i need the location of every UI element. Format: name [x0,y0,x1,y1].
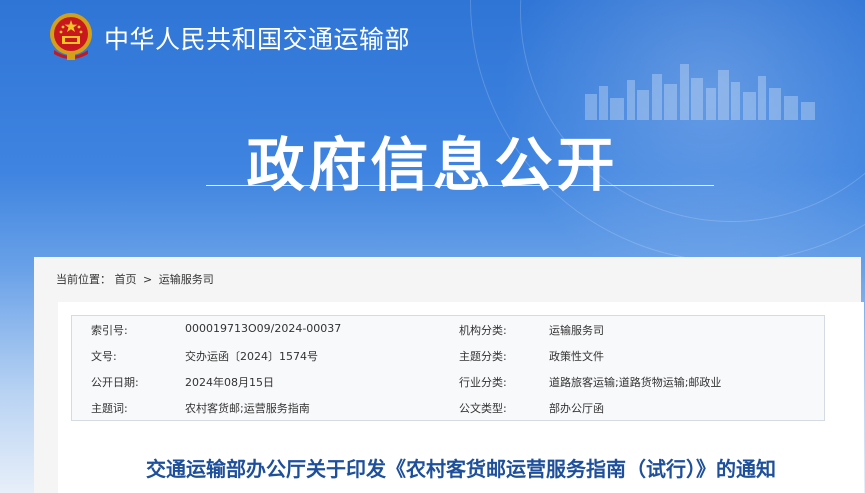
metadata-label: 机构分类: [459,324,507,337]
breadcrumb-home-link[interactable]: 首页 [115,273,137,286]
metadata-value: 000019713O09/2024-00037 [185,322,342,335]
breadcrumb: 当前位置： 首页 > 运输服务司 [56,271,214,287]
metadata-label: 公开日期: [91,376,139,389]
breadcrumb-department-link[interactable]: 运输服务司 [159,273,214,286]
metadata-label: 主题分类: [459,350,507,363]
metadata-value: 部办公厅函 [549,402,604,415]
metadata-row: 公开日期: 2024年08月15日 行业分类: 道路旅客运输;道路货物运输;邮政… [72,368,824,394]
metadata-value: 农村客货邮;运营服务指南 [185,402,310,415]
metadata-label: 主题词: [91,402,128,415]
document-metadata-table: 索引号: 000019713O09/2024-00037 机构分类: 运输服务司… [71,315,825,421]
metadata-value: 道路旅客运输;道路货物运输;邮政业 [549,376,722,389]
section-title: 政府信息公开 [246,131,619,199]
metadata-label: 索引号: [91,324,128,337]
metadata-value: 政策性文件 [549,350,604,363]
metadata-label: 公文类型: [459,402,507,415]
city-skyline-illustration [585,64,815,120]
metadata-row: 主题词: 农村客货邮;运营服务指南 公文类型: 部办公厅函 [72,394,824,420]
breadcrumb-prefix: 当前位置： [56,273,111,286]
ministry-name: 中华人民共和国交通运输部 [104,25,411,54]
title-divider [206,185,714,186]
metadata-label: 文号: [91,350,117,363]
metadata-row: 索引号: 000019713O09/2024-00037 机构分类: 运输服务司 [72,316,824,342]
metadata-label: 行业分类: [459,376,507,389]
metadata-value: 运输服务司 [549,324,604,337]
national-emblem-icon [50,13,92,60]
breadcrumb-separator: > [143,273,153,286]
metadata-row: 文号: 交办运函〔2024〕1574号 主题分类: 政策性文件 [72,342,824,368]
metadata-value: 交办运函〔2024〕1574号 [185,350,318,363]
metadata-value: 2024年08月15日 [185,376,274,389]
document-title: 交通运输部办公厅关于印发《农村客货邮运营服务指南（试行）》的通知 [146,457,776,481]
